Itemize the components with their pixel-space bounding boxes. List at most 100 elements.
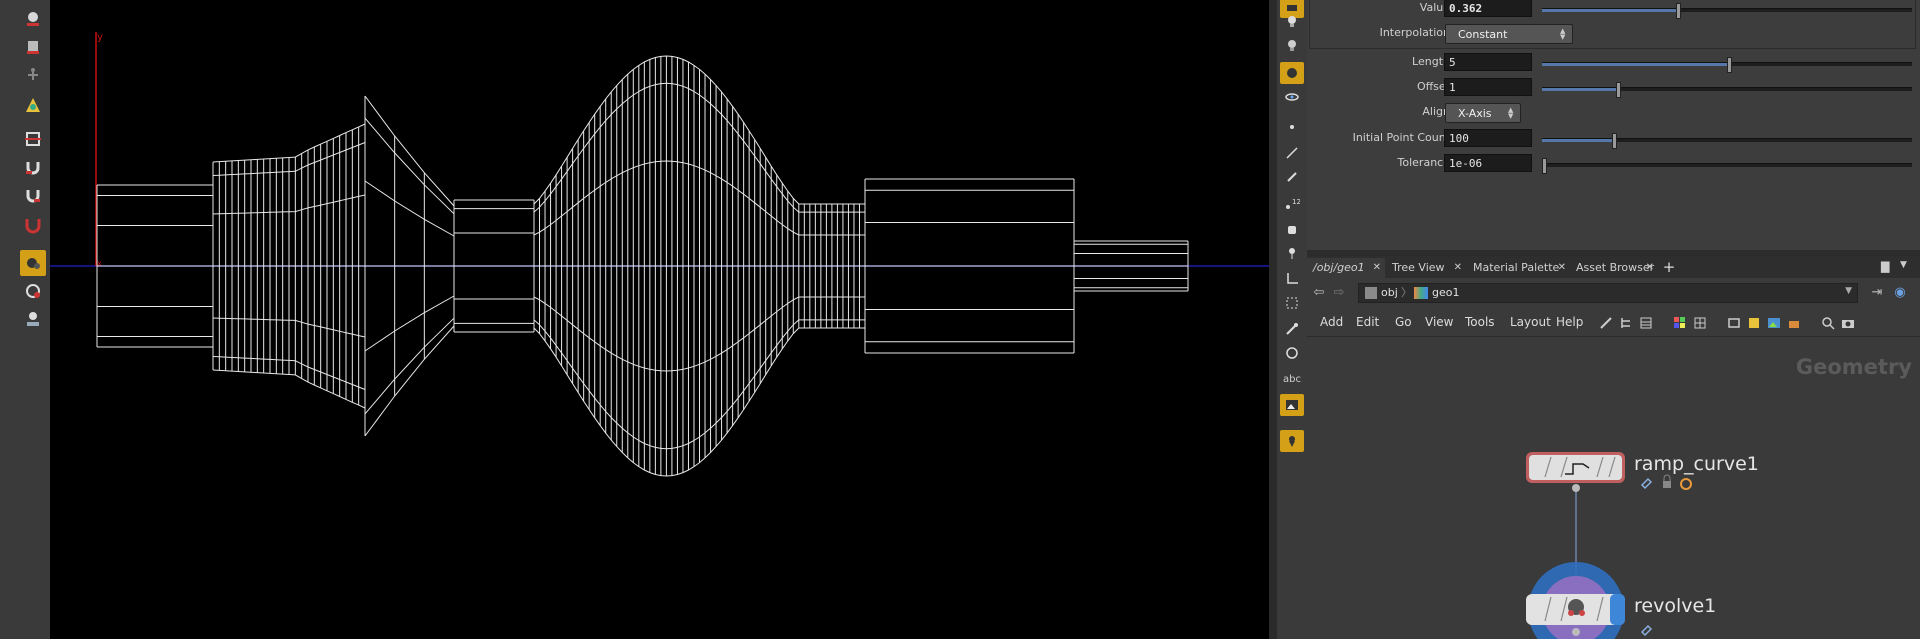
magnet-snap-icon[interactable]: [20, 154, 46, 180]
grid-view-icon[interactable]: [1693, 316, 1707, 330]
network-editor[interactable]: Geometry ramp_curve1 revolve1: [1307, 337, 1920, 639]
view-tool-icon[interactable]: [20, 6, 46, 32]
interpolation-value: Constant: [1458, 28, 1508, 41]
color-palette-icon[interactable]: [1673, 316, 1687, 330]
menu-view[interactable]: View: [1425, 315, 1453, 329]
tolerance-slider-knob[interactable]: [1542, 158, 1547, 174]
value-slider[interactable]: [1542, 3, 1912, 19]
headlight-icon[interactable]: [1280, 34, 1304, 56]
menu-add[interactable]: Add: [1320, 315, 1343, 329]
tolerance-slider[interactable]: [1542, 158, 1912, 174]
value-slider-knob[interactable]: [1675, 3, 1681, 19]
link-icon[interactable]: ◉: [1892, 285, 1908, 301]
sticky-note-icon[interactable]: [1747, 316, 1761, 330]
interpolation-dropdown[interactable]: Constant ▲ ▼: [1445, 24, 1573, 44]
pin-pane-icon[interactable]: ⇥: [1869, 285, 1885, 301]
location-pin-icon[interactable]: [1280, 430, 1304, 452]
transform-tool-icon[interactable]: [20, 126, 46, 152]
node-label-revolve1[interactable]: revolve1: [1634, 595, 1716, 617]
menu-edit[interactable]: Edit: [1356, 315, 1379, 329]
length-slider[interactable]: [1542, 57, 1912, 73]
render-region-icon[interactable]: [20, 278, 46, 304]
wrench-icon[interactable]: [1599, 316, 1613, 330]
initial-point-count-slider-knob[interactable]: [1612, 133, 1618, 149]
bounding-box-icon[interactable]: [1280, 292, 1304, 314]
viewport-toolbar: [0, 0, 50, 639]
tolerance-label: Tolerance: [1397, 156, 1450, 169]
wire-edge: [212, 123, 366, 163]
pane-menu-arrow-icon[interactable]: ▼: [1900, 260, 1914, 274]
offset-slider-knob[interactable]: [1616, 82, 1621, 98]
list-view-icon[interactable]: [1639, 316, 1653, 330]
cake-icon[interactable]: [1787, 316, 1801, 330]
background-image-icon[interactable]: [1280, 394, 1304, 416]
light-bulb-icon[interactable]: [1280, 10, 1304, 32]
search-icon[interactable]: [1821, 316, 1835, 330]
tab-network-path[interactable]: /obj/geo1 ✕: [1307, 258, 1385, 278]
tab-tree-view[interactable]: Tree View ✕: [1386, 258, 1466, 278]
snap-grid-icon[interactable]: [20, 182, 46, 208]
close-icon[interactable]: ✕: [1373, 258, 1381, 278]
pane-layout-icon[interactable]: ▇: [1881, 260, 1895, 274]
back-arrow-icon[interactable]: ⇦: [1311, 285, 1327, 301]
forward-arrow-icon[interactable]: ⇨: [1331, 285, 1347, 301]
output-connector[interactable]: [1572, 484, 1580, 492]
scene-viewport[interactable]: y x: [50, 0, 1269, 639]
select-tool-icon[interactable]: [20, 92, 46, 118]
normal-display-icon[interactable]: [1280, 142, 1304, 164]
align-dropdown[interactable]: X-Axis ▲ ▼: [1445, 103, 1521, 123]
initial-point-count-slider[interactable]: [1542, 133, 1912, 149]
value-field[interactable]: 0.362: [1444, 0, 1532, 17]
right-panel: Value 0.362 Interpolation Constant ▲ ▼ Len…: [1307, 0, 1920, 639]
path-dropdown-arrow-icon[interactable]: ▼: [1845, 286, 1852, 296]
initial-point-count-field[interactable]: 100: [1444, 129, 1532, 147]
menu-layout[interactable]: Layout: [1510, 315, 1551, 329]
close-icon[interactable]: ✕: [1646, 258, 1654, 278]
close-icon[interactable]: ✕: [1558, 258, 1566, 278]
pose-tool-icon[interactable]: [20, 62, 46, 88]
breadcrumb-separator: 〉: [1401, 286, 1412, 299]
menu-go[interactable]: Go: [1395, 315, 1412, 329]
tolerance-field[interactable]: 1e-06: [1444, 154, 1532, 172]
flipbook-icon[interactable]: [20, 306, 46, 332]
network-path-field[interactable]: obj 〉 geo1 ▼: [1358, 283, 1858, 303]
image-icon[interactable]: [1767, 316, 1781, 330]
handle-tool-icon[interactable]: [20, 34, 46, 60]
point-number-icon[interactable]: 12: [1280, 192, 1304, 214]
svg-text:12: 12: [1292, 198, 1300, 206]
menu-help[interactable]: Help: [1556, 315, 1583, 329]
hand-icon[interactable]: [1280, 218, 1304, 240]
visibility-icon[interactable]: [1280, 86, 1304, 108]
node-label-ramp-curve1[interactable]: ramp_curve1: [1634, 453, 1759, 475]
param-row-value: Value 0.362: [1307, 0, 1920, 19]
pane-gutter[interactable]: [1269, 0, 1277, 639]
add-tab-button[interactable]: +: [1660, 258, 1678, 278]
circle-display-icon[interactable]: [1280, 342, 1304, 364]
breadcrumb-geo1[interactable]: geo1: [1432, 284, 1459, 302]
camera-icon[interactable]: [1841, 316, 1855, 330]
network-box-icon[interactable]: [1727, 316, 1741, 330]
node-ramp-curve1[interactable]: [1526, 452, 1625, 483]
primitive-normal-icon[interactable]: [1280, 166, 1304, 188]
tab-material-palette[interactable]: Material Palette ✕: [1467, 258, 1570, 278]
offset-slider[interactable]: [1542, 82, 1912, 98]
snap-curve-icon[interactable]: [20, 212, 46, 238]
text-display-button[interactable]: abc: [1280, 368, 1304, 390]
length-slider-knob[interactable]: [1727, 57, 1732, 73]
obj-network-icon: [1365, 287, 1377, 299]
length-field[interactable]: 5: [1444, 53, 1532, 71]
offset-field[interactable]: 1: [1444, 78, 1532, 96]
tree-layout-icon[interactable]: [1619, 316, 1633, 330]
node-revolve1[interactable]: [1526, 562, 1625, 639]
pin-icon[interactable]: [1280, 242, 1304, 264]
active-tool-icon[interactable]: [20, 250, 46, 276]
close-icon[interactable]: ✕: [1454, 258, 1462, 278]
tab-asset-browser[interactable]: Asset Browser ✕: [1570, 258, 1658, 278]
crop-icon[interactable]: [1280, 268, 1304, 290]
point-display-icon[interactable]: [1280, 116, 1304, 138]
wire-edge: [212, 369, 366, 409]
breadcrumb-obj[interactable]: obj: [1381, 284, 1398, 302]
menu-tools[interactable]: Tools: [1465, 315, 1495, 329]
brush-icon[interactable]: [1280, 318, 1304, 340]
shading-mode-icon[interactable]: [1280, 62, 1304, 84]
